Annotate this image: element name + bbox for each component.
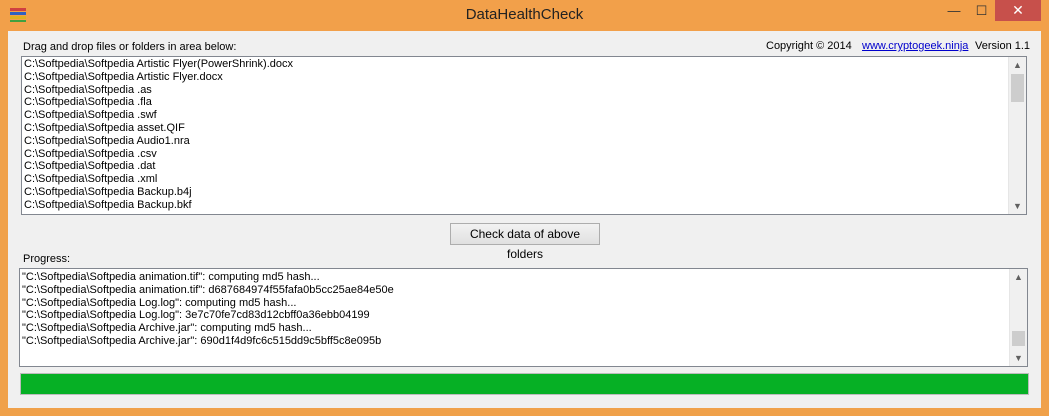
list-item[interactable]: C:\Softpedia\Softpedia .csv	[24, 148, 1008, 161]
website-link[interactable]: www.cryptogeek.ninja	[862, 40, 968, 52]
list-item[interactable]: C:\Softpedia\Softpedia asset.QIF	[24, 122, 1008, 135]
progress-log-scrollbar[interactable]: ▲ ▼	[1009, 269, 1027, 366]
file-list-scrollbar[interactable]: ▲ ▼	[1008, 57, 1026, 214]
list-item[interactable]: C:\Softpedia\Softpedia Backup.bkf	[24, 199, 1008, 212]
progress-bar	[20, 373, 1029, 395]
close-button[interactable]: ✕	[995, 0, 1041, 21]
list-item[interactable]: C:\Softpedia\Softpedia .xml	[24, 173, 1008, 186]
log-line: "C:\Softpedia\Softpedia Log.log": comput…	[22, 296, 297, 309]
list-item[interactable]: C:\Softpedia\Softpedia .fla	[24, 96, 1008, 109]
list-item[interactable]: C:\Softpedia\Softpedia Backup.b4j	[24, 186, 1008, 199]
scroll-thumb[interactable]	[1012, 331, 1025, 346]
window-title: DataHealthCheck	[465, 6, 584, 23]
app-window: DataHealthCheck — ☐ ✕ Drag and drop file…	[0, 0, 1049, 416]
progress-label: Progress:	[23, 253, 71, 265]
log-line: "C:\Softpedia\Softpedia animation.tif": …	[22, 271, 320, 283]
scroll-up-icon[interactable]: ▲	[1010, 269, 1027, 285]
scroll-down-icon[interactable]: ▼	[1009, 198, 1026, 214]
scroll-up-icon[interactable]: ▲	[1009, 57, 1026, 73]
progress-bar-fill	[21, 374, 1028, 394]
check-data-button[interactable]: Check data of above folders	[450, 223, 600, 261]
version-label: Version 1.1	[975, 40, 1031, 52]
list-item[interactable]: C:\Softpedia\Softpedia .as	[24, 84, 1008, 97]
title-bar[interactable]: DataHealthCheck — ☐ ✕	[0, 0, 1049, 31]
scroll-thumb[interactable]	[1011, 74, 1024, 102]
log-line: "C:\Softpedia\Softpedia Log.log": 3e7c70…	[22, 309, 370, 322]
file-list-rows: C:\Softpedia\Softpedia Artistic Flyer(Po…	[24, 58, 1008, 212]
progress-log-rows: "C:\Softpedia\Softpedia animation.tif": …	[22, 271, 1009, 348]
client-area: Drag and drop files or folders in area b…	[8, 31, 1041, 408]
log-line: "C:\Softpedia\Softpedia Archive.jar": 69…	[22, 334, 382, 347]
drag-drop-label: Drag and drop files or folders in area b…	[23, 41, 237, 53]
copyright-label: Copyright © 2014	[766, 40, 852, 52]
file-drop-list[interactable]: C:\Softpedia\Softpedia Artistic Flyer(Po…	[21, 56, 1027, 215]
progress-log-list[interactable]: "C:\Softpedia\Softpedia animation.tif": …	[19, 268, 1028, 367]
list-item[interactable]: C:\Softpedia\Softpedia Artistic Flyer.do…	[24, 71, 1008, 84]
minimize-button[interactable]: —	[940, 0, 968, 21]
list-item[interactable]: C:\Softpedia\Softpedia Audio1.nra	[24, 135, 1008, 148]
list-item[interactable]: C:\Softpedia\Softpedia .swf	[24, 109, 1008, 122]
scroll-down-icon[interactable]: ▼	[1010, 350, 1027, 366]
maximize-button[interactable]: ☐	[968, 0, 995, 21]
log-line: "C:\Softpedia\Softpedia animation.tif": …	[22, 283, 394, 296]
list-item[interactable]: C:\Softpedia\Softpedia .dat	[24, 160, 1008, 173]
log-line: "C:\Softpedia\Softpedia Archive.jar": co…	[22, 322, 312, 335]
list-item[interactable]: C:\Softpedia\Softpedia Artistic Flyer(Po…	[24, 58, 1008, 71]
